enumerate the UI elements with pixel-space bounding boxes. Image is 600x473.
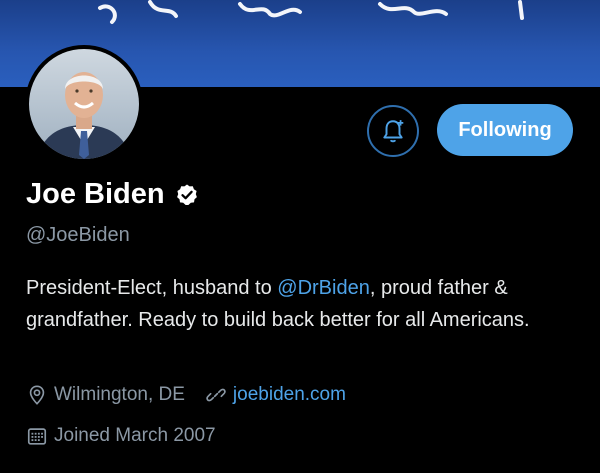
verified-badge-icon [176, 184, 197, 205]
website-item[interactable]: joebiden.com [205, 384, 346, 406]
joined-text: Joined March 2007 [54, 425, 216, 446]
bio-text-start: President-Elect, husband to [26, 277, 278, 299]
bell-plus-icon [383, 120, 404, 143]
calendar-icon [27, 428, 47, 445]
location-item: Wilmington, DE [26, 384, 185, 406]
following-button[interactable]: Following [437, 104, 573, 156]
notifications-button[interactable] [367, 105, 419, 157]
profile-avatar[interactable] [25, 45, 143, 163]
profile-name-row: Joe Biden [26, 178, 199, 211]
bio-mention-link[interactable]: @DrBiden [277, 277, 370, 299]
profile-bio: President-Elect, husband to @DrBiden, pr… [26, 272, 586, 336]
link-icon [206, 388, 226, 402]
website-link[interactable]: joebiden.com [233, 384, 346, 406]
profile-meta-row: Wilmington, DE joebiden.com [26, 384, 346, 406]
joined-row: Joined March 2007 [26, 425, 216, 447]
avatar-image [29, 49, 139, 159]
location-text: Wilmington, DE [54, 384, 185, 405]
profile-name: Joe Biden [26, 178, 165, 210]
location-pin-icon [29, 385, 45, 405]
following-button-label: Following [458, 118, 552, 141]
profile-handle: @JoeBiden [26, 224, 130, 246]
